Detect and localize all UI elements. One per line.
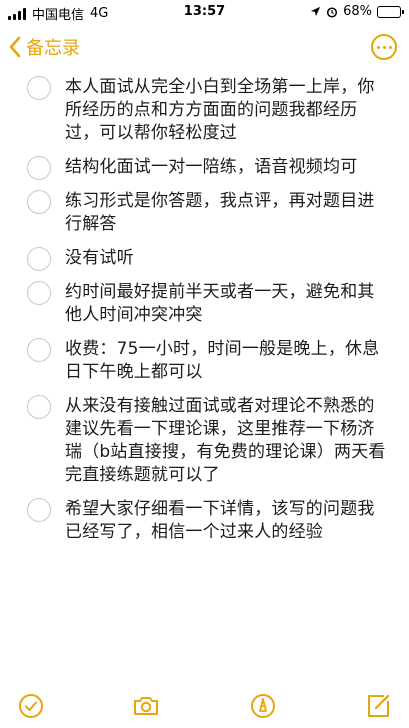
checklist-item-text[interactable]: 练习形式是你答题，我点评，再对题目进行解答: [65, 190, 391, 236]
back-label: 备忘录: [26, 38, 80, 59]
more-dot-icon: [388, 45, 392, 49]
checklist: 本人面试从完全小白到全场第一上岸，你所经历的点和方方面面的问题我都经历过，可以帮…: [0, 76, 409, 555]
more-dot-icon: [382, 45, 386, 49]
status-right: 68%: [310, 4, 404, 19]
checkbox-circle[interactable]: [27, 156, 51, 180]
markup-pen-icon: [251, 694, 275, 718]
camera-icon: [134, 697, 158, 715]
camera-button[interactable]: [132, 692, 160, 720]
nav-bar: 备忘录: [0, 26, 409, 70]
checklist-item: 本人面试从完全小白到全场第一上岸，你所经历的点和方方面面的问题我都经历过，可以帮…: [0, 76, 409, 145]
checkbox-circle[interactable]: [27, 190, 51, 214]
checklist-item-text[interactable]: 希望大家仔细看一下详情，该写的问题我已经写了，相信一个过来人的经验: [65, 498, 391, 544]
checklist-item: 希望大家仔细看一下详情，该写的问题我已经写了，相信一个过来人的经验: [0, 498, 409, 544]
location-icon: [311, 6, 321, 17]
checklist-item-text[interactable]: 没有试听: [65, 247, 391, 270]
checklist-item-text[interactable]: 约时间最好提前半天或者一天，避免和其他人时间冲突冲突: [65, 281, 391, 327]
more-options-button[interactable]: [371, 34, 397, 60]
checkbox-circle[interactable]: [27, 281, 51, 305]
checklist-item-text[interactable]: 本人面试从完全小白到全场第一上岸，你所经历的点和方方面面的问题我都经历过，可以帮…: [65, 76, 391, 145]
status-bar: 中国电信 4G 13:57 68%: [0, 0, 409, 26]
battery-icon: [377, 5, 404, 18]
checklist-item-text[interactable]: 从来没有接触过面试或者对理论不熟悉的建议先看一下理论课，这里推荐一下杨济瑞（b站…: [65, 395, 391, 487]
checklist-item: 收费：75一小时，时间一般是晚上，休息日下午晚上都可以: [0, 338, 409, 384]
alarm-icon: [327, 6, 338, 18]
compose-icon: [368, 694, 390, 717]
checklist-button[interactable]: [17, 692, 45, 720]
checklist-item-text[interactable]: 结构化面试一对一陪练，语音视频均可: [65, 156, 391, 179]
compose-button[interactable]: [364, 692, 392, 720]
checkbox-circle[interactable]: [27, 498, 51, 522]
checklist-item: 结构化面试一对一陪练，语音视频均可: [0, 156, 409, 180]
checkbox-circle[interactable]: [27, 76, 51, 100]
checkbox-circle[interactable]: [27, 395, 51, 419]
checklist-item: 没有试听: [0, 247, 409, 271]
checkbox-circle[interactable]: [27, 247, 51, 271]
checklist-item: 练习形式是你答题，我点评，再对题目进行解答: [0, 190, 409, 236]
checklist-item-text[interactable]: 收费：75一小时，时间一般是晚上，休息日下午晚上都可以: [65, 338, 391, 384]
checkbox-circle[interactable]: [27, 338, 51, 362]
checklist-item: 约时间最好提前半天或者一天，避免和其他人时间冲突冲突: [0, 281, 409, 327]
bottom-toolbar: [0, 684, 409, 728]
markup-button[interactable]: [249, 692, 277, 720]
notes-screen: 中国电信 4G 13:57 68% 备忘录 本人面试从完全小白到全场第一上岸，你…: [0, 0, 409, 728]
chevron-left-icon: [9, 36, 21, 58]
checklist-icon: [19, 694, 43, 718]
more-dot-icon: [376, 45, 380, 49]
back-button[interactable]: 备忘录: [8, 34, 80, 60]
checklist-item: 从来没有接触过面试或者对理论不熟悉的建议先看一下理论课，这里推荐一下杨济瑞（b站…: [0, 395, 409, 487]
battery-percent: 68%: [343, 4, 372, 19]
